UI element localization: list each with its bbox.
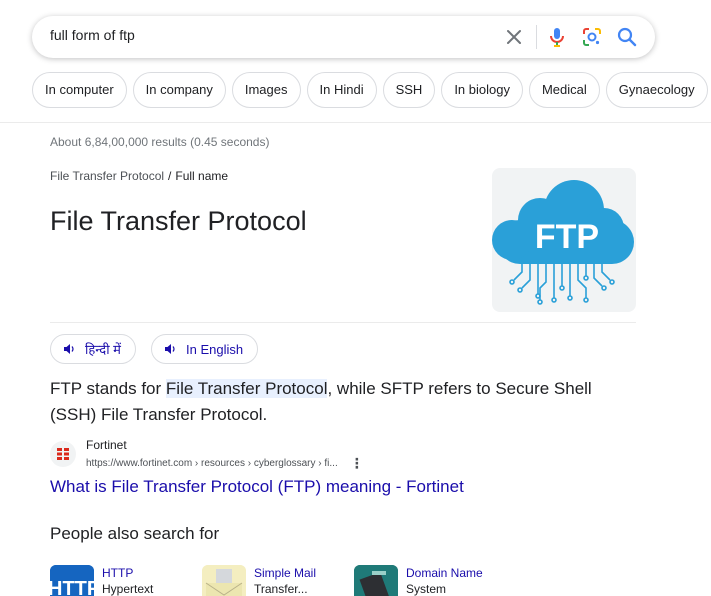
- pas-item-line2: System: [406, 582, 447, 596]
- result-link[interactable]: What is File Transfer Protocol (FTP) mea…: [50, 477, 464, 497]
- chip-in-computer[interactable]: In computer: [32, 72, 127, 108]
- breadcrumb-current: Full name: [175, 169, 229, 183]
- chip-in-biology[interactable]: In biology: [441, 72, 523, 108]
- chip-medical[interactable]: Medical: [528, 72, 600, 108]
- pas-item-line1: Simple Mail: [254, 566, 317, 580]
- chip-in-hindi[interactable]: In Hindi: [306, 72, 377, 108]
- snippet-before: FTP stands for: [50, 379, 166, 398]
- ftp-image-text: FTP: [535, 218, 599, 256]
- answer-title: File Transfer Protocol: [50, 206, 307, 236]
- header-divider: [0, 122, 711, 123]
- dns-thumbnail: [354, 565, 398, 596]
- chip-images[interactable]: Images: [231, 72, 301, 108]
- source-url-row: https://www.fortinet.com › resources › c…: [86, 455, 364, 472]
- listen-english-label: In English: [186, 341, 244, 357]
- smtp-thumbnail: [202, 565, 246, 596]
- search-input[interactable]: [50, 27, 490, 43]
- breadcrumb: File Transfer Protocol / Full name: [50, 169, 228, 183]
- more-options-icon[interactable]: ⋮: [350, 455, 364, 472]
- search-box[interactable]: [32, 16, 655, 58]
- source-name: Fortinet: [86, 438, 127, 452]
- breadcrumb-parent[interactable]: File Transfer Protocol: [50, 169, 164, 183]
- listen-hindi-button[interactable]: हिन्दी में: [50, 334, 136, 364]
- featured-snippet-text: FTP stands for File Transfer Protocol, w…: [50, 376, 640, 428]
- pas-item-line2: Transfer...: [254, 582, 308, 596]
- chip-in-company[interactable]: In company: [132, 72, 226, 108]
- result-stats: About 6,84,00,000 results (0.45 seconds): [50, 135, 270, 149]
- breadcrumb-separator: /: [168, 169, 172, 183]
- fortinet-favicon-icon: [50, 441, 76, 467]
- pas-item-smtp[interactable]: Simple Mail Transfer...: [202, 565, 316, 596]
- source-url: https://www.fortinet.com › resources › c…: [86, 458, 338, 469]
- listen-hindi-label: हिन्दी में: [85, 342, 121, 357]
- filter-chips: In computer In company Images In Hindi S…: [32, 72, 708, 108]
- pas-item-line1: Domain Name: [406, 566, 483, 580]
- pas-item-line2: Hypertext: [102, 582, 154, 596]
- chip-ssh[interactable]: SSH: [382, 72, 436, 108]
- section-divider: [50, 322, 636, 323]
- chip-gynaecology[interactable]: Gynaecology: [605, 72, 708, 108]
- source-info[interactable]: Fortinet https://www.fortinet.com › reso…: [50, 438, 364, 472]
- speaker-icon: [165, 344, 175, 354]
- pas-item-line1: HTTP: [102, 566, 134, 580]
- listen-english-button[interactable]: In English: [151, 334, 259, 364]
- search-divider: [536, 25, 537, 49]
- snippet-highlight: File Transfer Protocol: [165, 379, 328, 398]
- microphone-icon[interactable]: [545, 25, 569, 49]
- people-also-search-title: People also search for: [50, 524, 220, 543]
- svg-text:HTTP: HTTP: [50, 578, 94, 596]
- clear-icon[interactable]: [502, 25, 526, 49]
- search-icon[interactable]: [615, 25, 639, 49]
- speaker-icon: [64, 344, 74, 354]
- http-thumbnail: HTTP: [50, 565, 94, 596]
- pas-item-dns[interactable]: Domain Name System: [354, 565, 483, 596]
- ftp-cloud-image[interactable]: FTP: [492, 168, 636, 312]
- google-lens-icon[interactable]: [580, 25, 604, 49]
- pas-item-http[interactable]: HTTP HTTP Hypertext: [50, 565, 153, 596]
